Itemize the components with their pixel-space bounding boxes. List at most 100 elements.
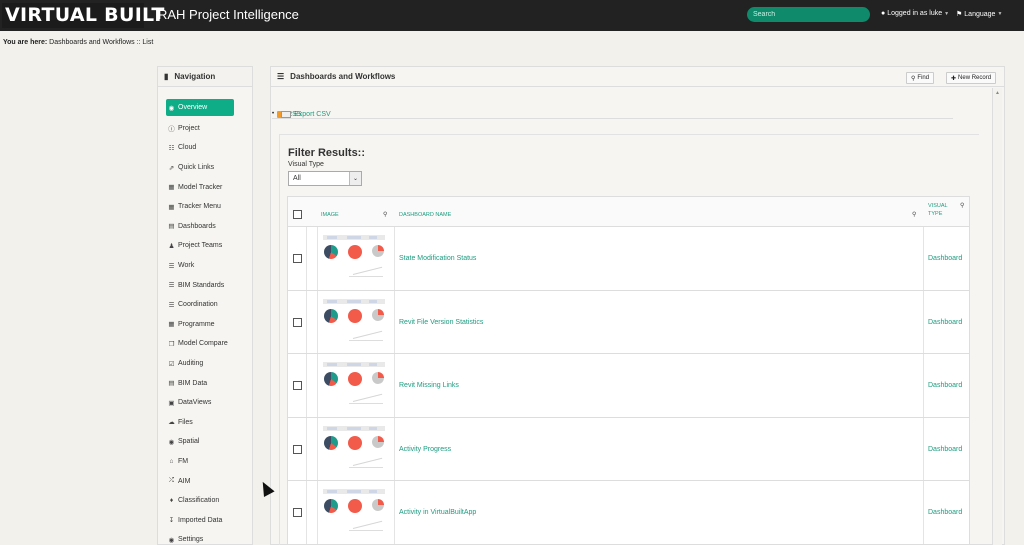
tags-icon: ♦: [169, 497, 174, 505]
table-row[interactable]: Revit File Version Statistics Dashboard: [288, 291, 969, 354]
sidebar-item-bim-data[interactable]: ▤ BIM Data: [166, 373, 234, 393]
dashboard-thumbnail[interactable]: [321, 298, 387, 347]
dashboard-thumbnail[interactable]: [321, 425, 387, 474]
sidebar-item-coordination[interactable]: ☰ Coordination: [166, 295, 234, 315]
table-header: IMAGE ⚲ DASHBOARD NAME ⚲ VISUAL TYPE ⚲: [288, 197, 969, 227]
sidebar-item-spatial[interactable]: ◉ Spatial: [166, 432, 234, 452]
new-record-label: New Record: [958, 75, 992, 81]
list-icon: ☰: [168, 282, 175, 290]
sidebar-item-settings[interactable]: ◉ Settings: [166, 530, 234, 545]
sidebar-item-tracker-menu[interactable]: ▦ Tracker Menu: [166, 197, 234, 217]
sidebar-item-label: Cloud: [178, 144, 197, 152]
sidebar-item-model-tracker[interactable]: ▦ Model Tracker: [166, 177, 234, 197]
row-checkbox[interactable]: [293, 317, 302, 327]
select-all-checkbox[interactable]: [293, 210, 302, 219]
dashboard-thumbnail[interactable]: [321, 235, 387, 283]
column-type-search-icon[interactable]: ⚲: [960, 202, 964, 209]
column-image[interactable]: IMAGE: [321, 212, 339, 218]
dashboard-thumbnail[interactable]: [321, 362, 387, 410]
table-row[interactable]: Activity Progress Dashboard: [288, 418, 969, 481]
sidebar-item-quick-links[interactable]: ⇗ Quick Links: [166, 158, 234, 178]
sidebar-item-project-teams[interactable]: ♟ Project Teams: [166, 236, 234, 256]
login-text: Logged in as luke: [887, 10, 943, 17]
sidebar-item-classification[interactable]: ♦ Classification: [166, 491, 234, 511]
download-icon: ↧: [168, 517, 175, 525]
sidebar-item-dashboards[interactable]: ▤ Dashboards: [166, 217, 234, 237]
dashboard-thumbnail[interactable]: [321, 489, 387, 537]
sidebar-item-auditing[interactable]: ☑ Auditing: [166, 354, 234, 374]
export-csv-link[interactable]: Export CSV: [294, 111, 331, 118]
dashboard-name-link[interactable]: Activity in VirtualBuiltApp: [399, 509, 476, 516]
table-row[interactable]: Activity in VirtualBuiltApp Dashboard: [288, 481, 969, 545]
column-image-search-icon[interactable]: ⚲: [383, 211, 387, 218]
visual-type-link[interactable]: Dashboard: [928, 319, 962, 326]
vertical-scrollbar[interactable]: ▲: [992, 88, 1002, 545]
user-menu[interactable]: ● Logged in as luke ▼: [881, 10, 949, 17]
dashboard-name-link[interactable]: Revit File Version Statistics: [399, 319, 483, 326]
sidebar-item-label: Model Tracker: [178, 183, 223, 191]
language-menu[interactable]: ⚑ Language ▼: [956, 10, 1002, 19]
sidebar-item-label: Overview: [178, 104, 208, 111]
list-icon: ☰: [168, 301, 175, 309]
search-icon: ⚲: [911, 75, 916, 82]
column-dashboard-name[interactable]: DASHBOARD NAME: [399, 212, 451, 218]
sidebar-item-cloud[interactable]: ☷ Cloud: [166, 138, 234, 158]
row-checkbox[interactable]: [293, 508, 302, 517]
sidebar-item-project[interactable]: ⓘ Project: [166, 119, 234, 139]
sidebar-item-dataviews[interactable]: ▣ DataViews: [166, 393, 234, 413]
row-checkbox[interactable]: [293, 381, 302, 390]
top-bar: VIRTUAL BUILT RAH Project Intelligence ●…: [0, 0, 1024, 31]
visual-type-link[interactable]: Dashboard: [928, 382, 962, 389]
column-name-search-icon[interactable]: ⚲: [912, 211, 916, 218]
grid-icon: ▦: [168, 184, 175, 192]
table-row[interactable]: State Modification Status Dashboard: [288, 227, 969, 291]
visual-type-link[interactable]: Dashboard: [928, 509, 962, 516]
sidebar-item-label: Spatial: [178, 438, 200, 446]
sidebar-item-label: Dashboards: [178, 222, 216, 230]
sidebar-item-label: Files: [178, 418, 193, 426]
sidebar-item-bim-standards[interactable]: ☰ BIM Standards: [166, 275, 234, 295]
caret-down-icon: ▼: [944, 10, 950, 17]
find-button[interactable]: ⚲ Find: [906, 72, 935, 84]
sidebar-item-label: AIM: [178, 477, 191, 485]
sidebar-item-work[interactable]: ☰ Work: [166, 256, 234, 276]
visual-type-link[interactable]: Dashboard: [928, 255, 962, 262]
info-icon: ⓘ: [168, 126, 175, 134]
sidebar-item-label: BIM Data: [178, 379, 208, 387]
search-input[interactable]: [747, 7, 870, 22]
sidebar-item-fm[interactable]: ⌂ FM: [166, 452, 234, 472]
sidebar-item-label: Quick Links: [178, 164, 215, 172]
breadcrumb-path[interactable]: Dashboards and Workflows :: List: [49, 39, 153, 46]
check-icon: ☑: [168, 360, 175, 368]
row-checkbox[interactable]: [293, 254, 302, 263]
sidebar-item-label: Work: [178, 262, 195, 270]
visual-type-select[interactable]: All ⌄: [288, 171, 362, 186]
scroll-up-icon[interactable]: ▲: [995, 90, 1000, 96]
sidebar-item-label: Programme: [178, 320, 215, 328]
dashboard-name-link[interactable]: Revit Missing Links: [399, 382, 459, 389]
sidebar-item-imported-data[interactable]: ↧ Imported Data: [166, 510, 234, 530]
navigation-list: ◉ Overview ⓘ Project ☷ Cloud ⇗ Quick Links ▦ Mode…: [166, 99, 234, 545]
sidebar-item-label: Imported Data: [178, 516, 223, 524]
lock-icon: ◉: [168, 536, 175, 544]
logo[interactable]: VIRTUAL BUILT: [2, 3, 164, 28]
dashboard-name-link[interactable]: State Modification Status: [399, 255, 476, 262]
navigation-panel: ▮ Navigation ◉ Overview ⓘ Project ☷ Cloud ⇗ Qui…: [157, 66, 253, 545]
dashboard-name-link[interactable]: Activity Progress: [399, 446, 451, 453]
sidebar-item-programme[interactable]: ▦ Programme: [166, 315, 234, 335]
visual-type-value: All: [293, 175, 301, 182]
column-visual-type[interactable]: VISUAL: [928, 203, 948, 209]
new-record-button[interactable]: ✚ New Record: [946, 72, 997, 84]
visual-type-link[interactable]: Dashboard: [928, 446, 962, 453]
sidebar-item-overview[interactable]: ◉ Overview: [166, 99, 234, 116]
sidebar-item-files[interactable]: ☁ Files: [166, 413, 234, 433]
sidebar-item-aim[interactable]: ⤮ AIM: [166, 471, 234, 491]
row-checkbox[interactable]: [293, 444, 302, 454]
chart-icon: ▤: [168, 223, 175, 231]
grid-icon: ▦: [168, 203, 175, 211]
column-visual-type-2: TYPE: [928, 211, 943, 217]
user-icon: ●: [881, 10, 886, 17]
table-row[interactable]: Revit Missing Links Dashboard: [288, 354, 969, 418]
sidebar-item-model-compare[interactable]: ❐ Model Compare: [166, 334, 234, 354]
sitemap-icon: ☷: [168, 144, 175, 152]
